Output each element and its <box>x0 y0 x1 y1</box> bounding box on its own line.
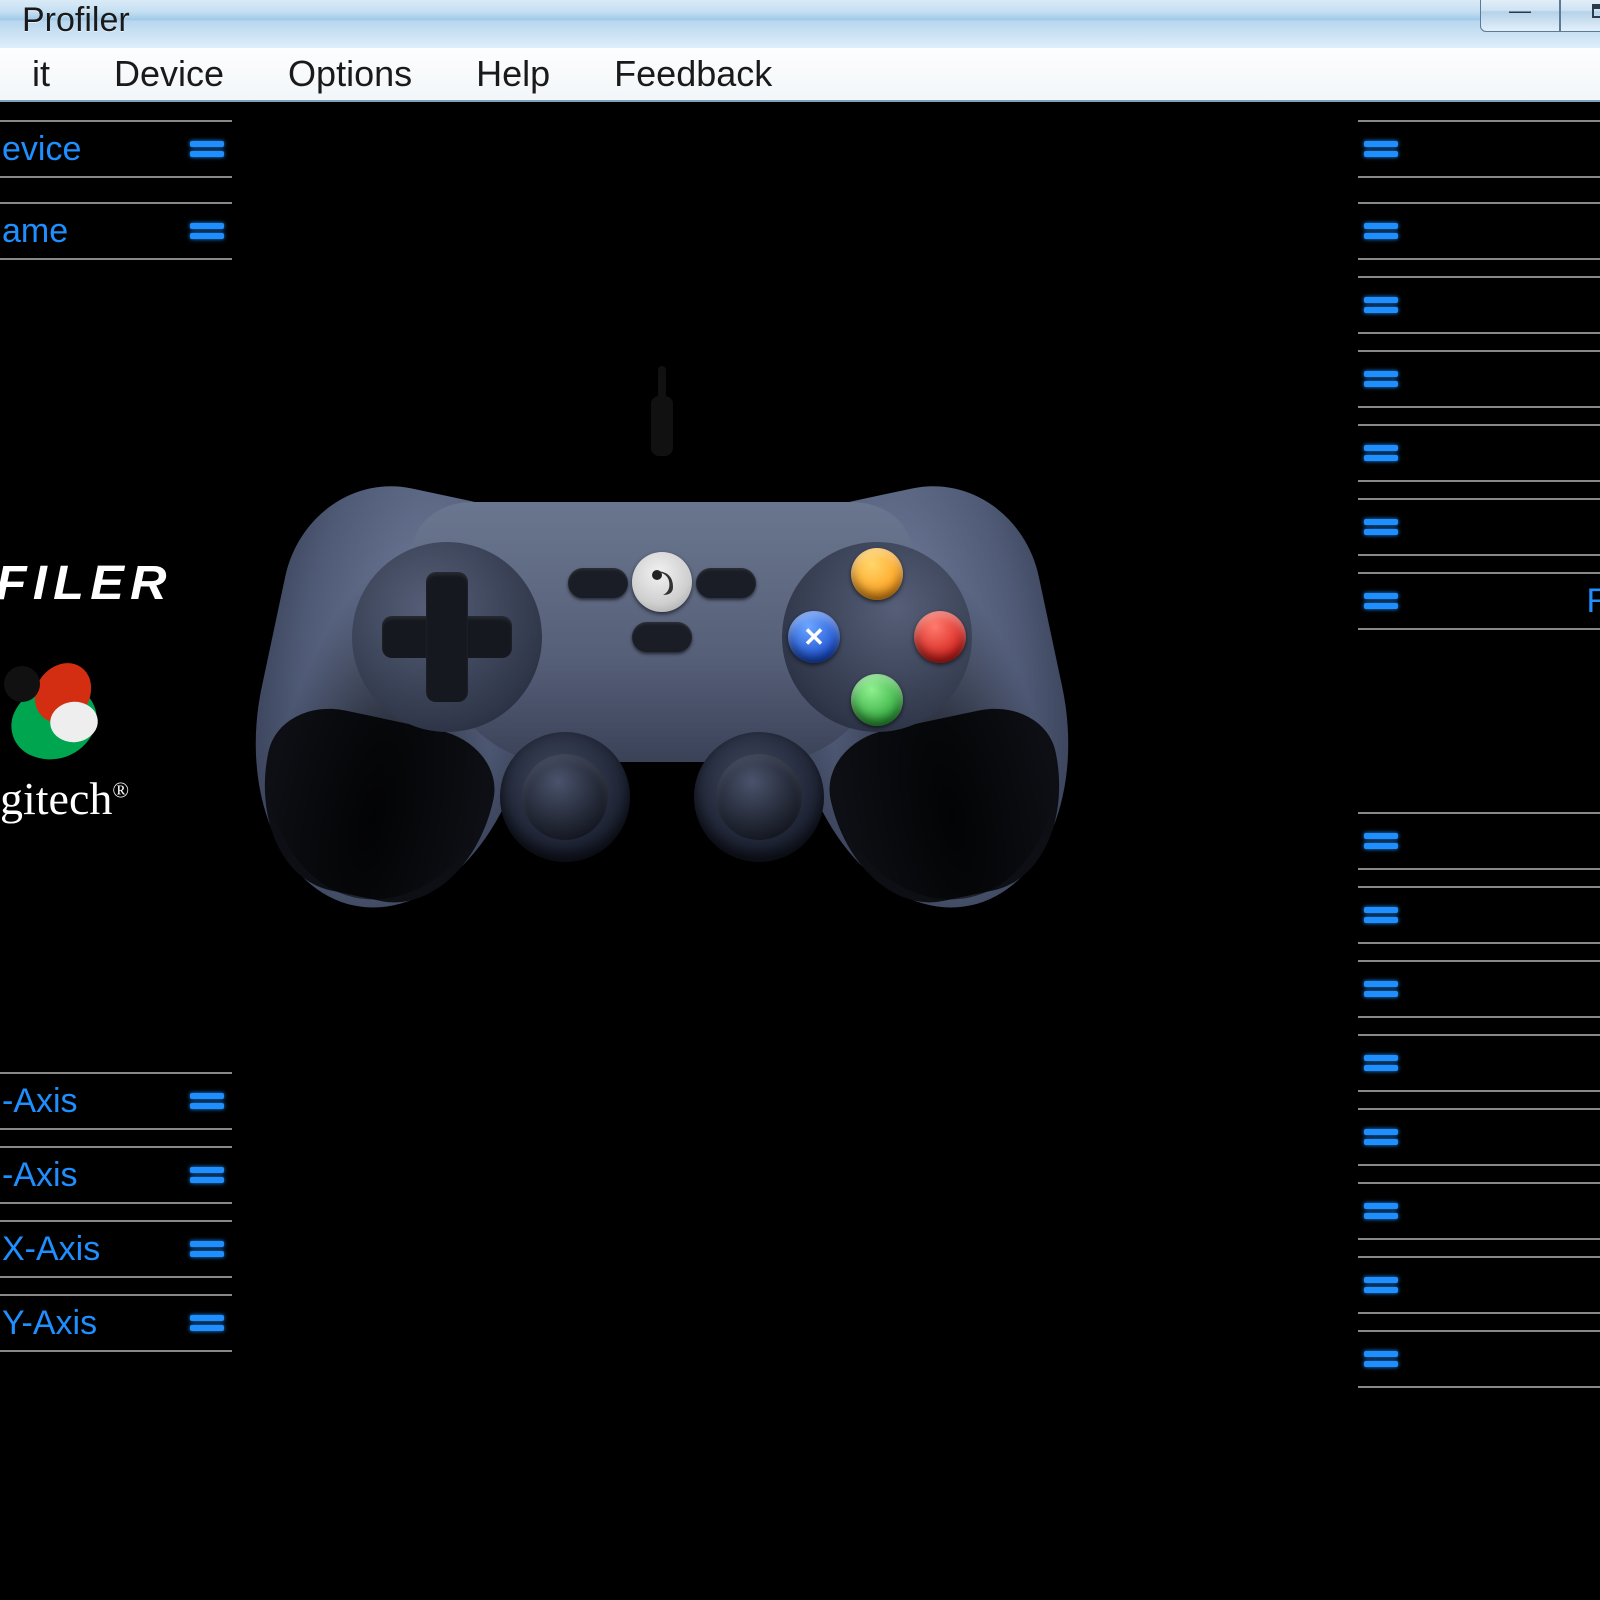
slot-left-stick[interactable]: Left S <box>1358 498 1600 556</box>
slot-button-8[interactable] <box>1358 960 1600 1018</box>
drag-icon <box>1364 1055 1398 1071</box>
slot-label: Y-Axis <box>2 1304 97 1343</box>
slot-button-9[interactable] <box>1358 1034 1600 1092</box>
drag-icon <box>1364 907 1398 923</box>
drag-icon <box>190 1315 224 1331</box>
slot-label: ame <box>2 212 68 251</box>
menu-help[interactable]: Help <box>446 47 580 101</box>
home-button[interactable] <box>632 552 692 612</box>
menu-feedback[interactable]: Feedback <box>584 47 802 101</box>
slot-label: -Axis <box>2 1082 78 1121</box>
drag-icon <box>1364 1203 1398 1219</box>
drag-icon <box>1364 371 1398 387</box>
slot-x-axis[interactable]: -Axis <box>0 1072 232 1130</box>
drag-icon <box>1364 445 1398 461</box>
drag-icon <box>1364 297 1398 313</box>
logitech-logo-area <box>0 662 110 772</box>
gamepad-preview <box>282 432 1042 952</box>
drag-icon <box>190 1093 224 1109</box>
maximize-icon <box>1592 4 1600 18</box>
dpad-plate <box>352 542 542 732</box>
app-window: Profiler — it Device Options Help Feedba… <box>0 0 1600 1600</box>
slot-button-11[interactable] <box>1358 1182 1600 1240</box>
slot-button-7[interactable] <box>1358 886 1600 944</box>
slot-rx-axis[interactable]: X-Axis <box>0 1220 232 1278</box>
x-button[interactable] <box>788 611 840 663</box>
slot-select-game[interactable]: ame <box>0 202 232 260</box>
menu-options[interactable]: Options <box>258 47 442 101</box>
slot-select-device[interactable]: evice <box>0 120 232 178</box>
drag-icon <box>1364 519 1398 535</box>
left-stick[interactable] <box>500 732 630 862</box>
drag-icon <box>190 1241 224 1257</box>
slot-right-stick[interactable]: Right S <box>1358 572 1600 630</box>
start-button[interactable] <box>696 568 756 598</box>
maximize-button[interactable] <box>1560 0 1600 32</box>
dpad-icon[interactable] <box>382 572 512 702</box>
a-button[interactable] <box>851 674 903 726</box>
face-buttons-plate <box>782 542 972 732</box>
drag-icon <box>190 1167 224 1183</box>
content-area: evice ame -Axis -Axis X-Axis Y-Axis <box>0 102 1600 1600</box>
drag-icon <box>1364 1277 1398 1293</box>
slot-label: -Axis <box>2 1156 78 1195</box>
logitech-swirl-icon <box>0 662 110 772</box>
drag-icon <box>1364 1129 1398 1145</box>
drag-icon <box>190 223 224 239</box>
window-controls: — <box>1480 0 1600 32</box>
drag-icon <box>1364 223 1398 239</box>
gamepad-cable-icon <box>651 396 673 456</box>
titlebar[interactable]: Profiler — <box>0 0 1600 48</box>
profiler-brand-text: FILER <box>0 556 173 611</box>
drag-icon <box>1364 981 1398 997</box>
drag-icon <box>1364 1351 1398 1367</box>
logitech-badge-icon <box>645 565 679 599</box>
drag-icon <box>1364 141 1398 157</box>
mode-button[interactable] <box>632 622 692 652</box>
slot-button-2[interactable] <box>1358 202 1600 260</box>
slot-label: Right S <box>1587 582 1600 621</box>
slot-button-3[interactable] <box>1358 276 1600 334</box>
logitech-wordmark: gitech® <box>0 772 129 825</box>
slot-button-5[interactable] <box>1358 424 1600 482</box>
slot-button-10[interactable] <box>1358 1108 1600 1166</box>
drag-icon <box>1364 833 1398 849</box>
drag-icon <box>1364 593 1398 609</box>
slot-ry-axis[interactable]: Y-Axis <box>0 1294 232 1352</box>
window-title: Profiler <box>22 1 130 40</box>
slot-label: evice <box>2 130 81 169</box>
b-button[interactable] <box>914 611 966 663</box>
right-stick[interactable] <box>694 732 824 862</box>
menu-edit[interactable]: it <box>2 47 80 101</box>
back-button[interactable] <box>568 568 628 598</box>
minimize-icon: — <box>1509 0 1531 24</box>
slot-button-12[interactable] <box>1358 1256 1600 1314</box>
slot-y-axis[interactable]: -Axis <box>0 1146 232 1204</box>
y-button[interactable] <box>851 548 903 600</box>
menubar: it Device Options Help Feedback <box>0 48 1600 102</box>
slot-button-13[interactable] <box>1358 1330 1600 1388</box>
menu-device[interactable]: Device <box>84 47 254 101</box>
minimize-button[interactable]: — <box>1480 0 1560 32</box>
slot-button-1[interactable] <box>1358 120 1600 178</box>
desktop-background: Profiler — it Device Options Help Feedba… <box>0 0 1600 1600</box>
slot-button-4[interactable] <box>1358 350 1600 408</box>
slot-button-6[interactable] <box>1358 812 1600 870</box>
drag-icon <box>190 141 224 157</box>
slot-label: X-Axis <box>2 1230 100 1269</box>
